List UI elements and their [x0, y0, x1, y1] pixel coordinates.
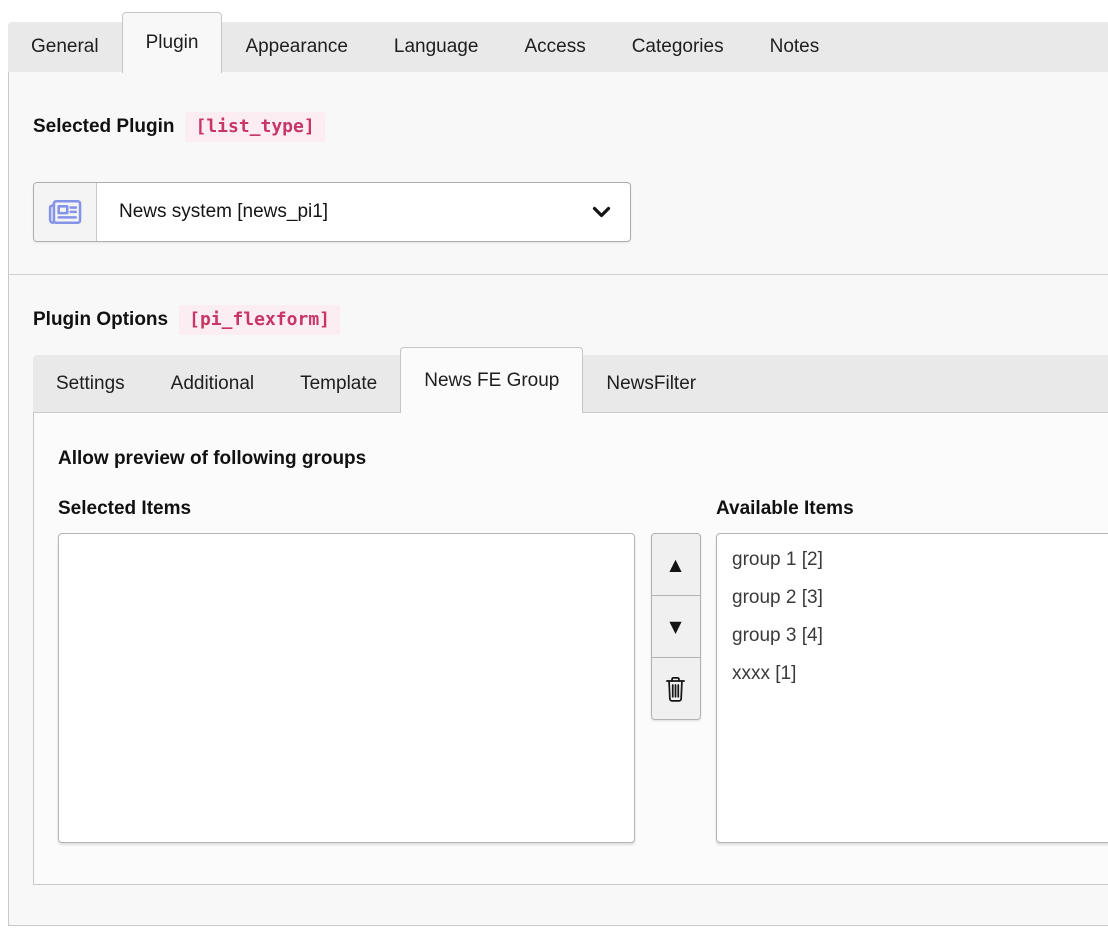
flexform-tabbar: Settings Additional Template News FE Gro… — [33, 355, 1108, 412]
move-down-button[interactable]: ▼ — [651, 595, 701, 658]
spacer — [635, 497, 716, 521]
tab-categories[interactable]: Categories — [609, 22, 747, 72]
selected-items-label: Selected Items — [58, 497, 635, 521]
plugin-select[interactable]: News system [news_pi1] — [33, 182, 631, 242]
fe-group-field-label: Allow preview of following groups — [58, 447, 1108, 471]
arrow-down-icon: ▼ — [669, 619, 681, 635]
tab-settings[interactable]: Settings — [33, 355, 148, 412]
selected-plugin-label: Selected Plugin — [33, 114, 174, 140]
tab-newsfilter[interactable]: NewsFilter — [583, 355, 719, 412]
available-items-listbox: group 1 [2] group 2 [3] group 3 [4] xxxx… — [716, 533, 1108, 843]
newspaper-icon — [34, 183, 97, 241]
plugin-options-label: Plugin Options — [33, 307, 168, 333]
record-tabbar: General Plugin Appearance Language Acces… — [8, 22, 1108, 73]
selected-plugin-heading: Selected Plugin [list_type] — [33, 112, 1108, 142]
tab-plugin[interactable]: Plugin — [122, 12, 223, 73]
content-element-editor: General Plugin Appearance Language Acces… — [0, 0, 1108, 936]
list-item[interactable]: xxxx [1] — [717, 655, 1108, 693]
selected-plugin-section: Selected Plugin [list_type] News system … — [9, 72, 1108, 275]
list-item[interactable]: group 3 [4] — [717, 617, 1108, 655]
control-button-group: ▲ ▼ — [651, 533, 701, 720]
delete-button[interactable] — [651, 657, 701, 720]
tab-news-fe-group[interactable]: News FE Group — [400, 347, 583, 413]
plugin-options-section: Plugin Options [pi_flexform] Settings Ad… — [9, 275, 1108, 885]
tab-additional[interactable]: Additional — [148, 355, 277, 412]
listbox-controls: ▲ ▼ — [635, 533, 716, 843]
selected-items-listbox[interactable] — [58, 533, 635, 843]
tab-access[interactable]: Access — [501, 22, 608, 72]
tab-template[interactable]: Template — [277, 355, 400, 412]
available-items-label: Available Items — [716, 497, 1108, 521]
plugin-select-value: News system [news_pi1] — [97, 183, 592, 241]
tab-appearance[interactable]: Appearance — [222, 22, 370, 72]
plugin-options-heading: Plugin Options [pi_flexform] — [33, 305, 1108, 335]
tab-general[interactable]: General — [8, 22, 122, 72]
plugin-tab-panel: Selected Plugin [list_type] News system … — [8, 72, 1108, 926]
multi-select-widget: Selected Items Available Items ▲ ▼ — [58, 497, 1108, 843]
chevron-down-icon — [592, 206, 611, 219]
news-fe-group-panel: Allow preview of following groups Select… — [33, 412, 1108, 885]
move-up-button[interactable]: ▲ — [651, 533, 701, 596]
tab-language[interactable]: Language — [371, 22, 502, 72]
trash-icon — [664, 675, 687, 703]
list-item[interactable]: group 2 [3] — [717, 579, 1108, 617]
field-tag-badge: [list_type] — [185, 112, 324, 142]
tab-notes[interactable]: Notes — [747, 22, 843, 72]
arrow-up-icon: ▲ — [669, 557, 681, 573]
field-tag-badge: [pi_flexform] — [179, 305, 340, 335]
list-item[interactable]: group 1 [2] — [717, 541, 1108, 579]
